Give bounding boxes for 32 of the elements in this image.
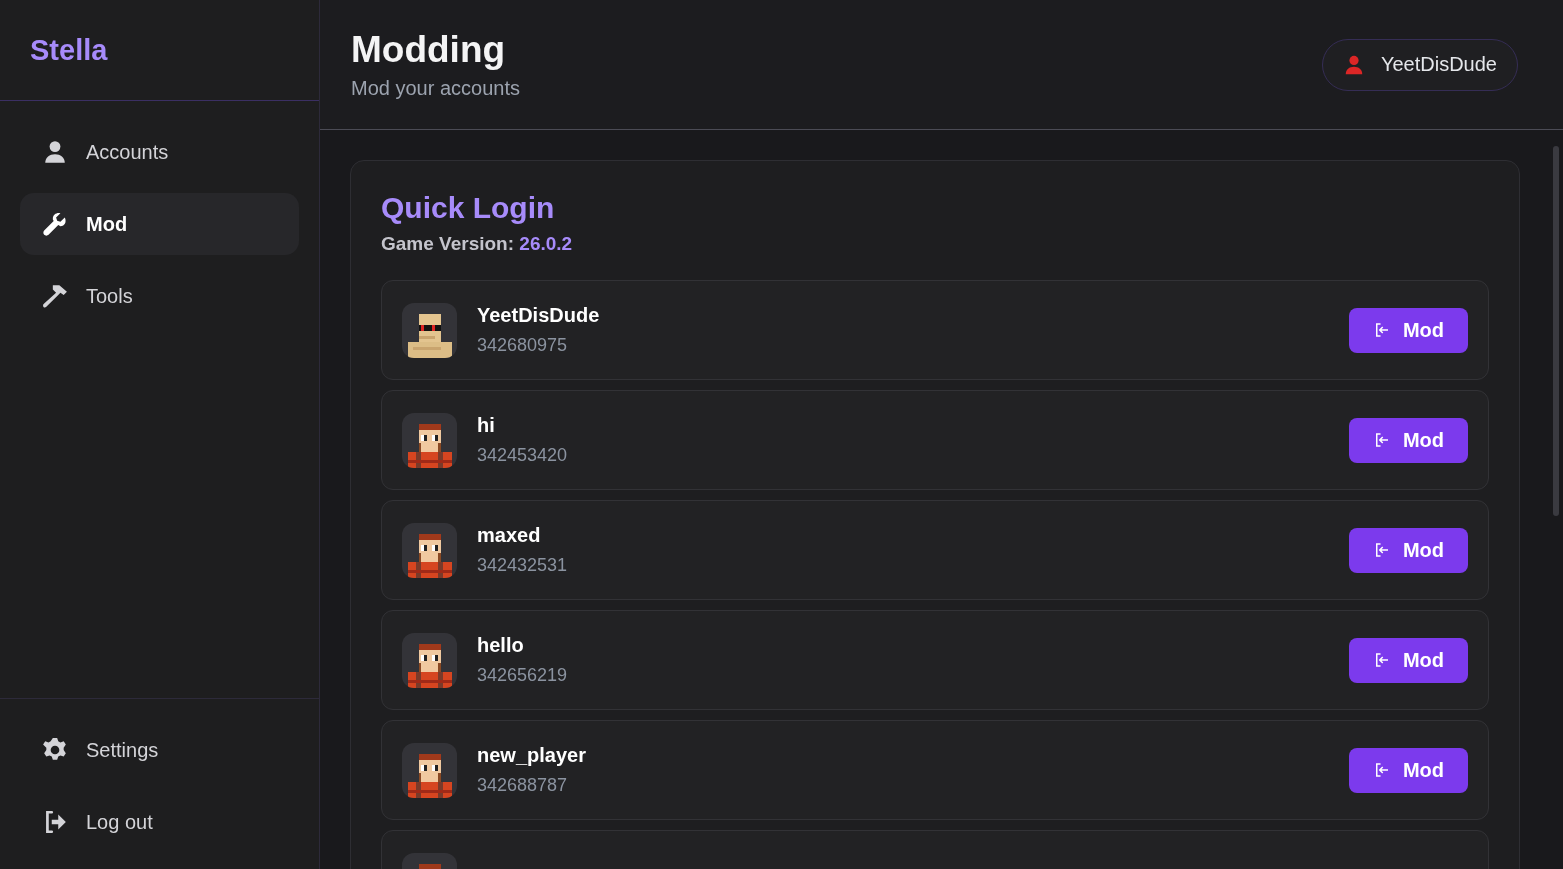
account-id: 342688787 xyxy=(477,775,569,796)
app-logo: Stella xyxy=(30,33,108,67)
version-label: Game Version: xyxy=(381,233,515,254)
panel-title: Quick Login xyxy=(381,191,556,225)
mod-button[interactable]: Mod xyxy=(1348,417,1468,463)
account-id: 342680975 xyxy=(477,335,569,356)
page-title: Modding xyxy=(351,29,507,71)
page-subtitle: Mod your accounts xyxy=(351,77,520,100)
account-name: YeetDisDude xyxy=(477,304,601,327)
sidebar-item[interactable]: Mod xyxy=(20,193,299,255)
account-id: 342432531 xyxy=(477,555,569,576)
sidebar-item[interactable]: Settings xyxy=(20,719,299,781)
version-number: 26.0.2 xyxy=(519,233,573,254)
account-id: 342656219 xyxy=(477,665,569,686)
account-name: hi xyxy=(477,414,496,437)
mod-button[interactable]: Mod xyxy=(1348,527,1468,573)
user-icon xyxy=(42,139,68,165)
account-name: hello xyxy=(477,634,525,657)
mod-button[interactable]: Mod xyxy=(1348,637,1468,683)
sidebar-item[interactable]: Tools xyxy=(20,265,299,327)
user-icon xyxy=(1343,53,1365,76)
hammer-icon xyxy=(42,283,68,309)
account-id: 342453420 xyxy=(477,445,569,466)
account-name: maxed xyxy=(477,524,542,547)
user-button[interactable]: YeetDisDude xyxy=(1322,38,1518,91)
sidebar-item[interactable]: Log out xyxy=(20,791,299,853)
sidebar-item[interactable]: Accounts xyxy=(20,121,299,183)
mod-button[interactable]: Mod xyxy=(1348,747,1468,793)
wrench-icon xyxy=(42,211,68,237)
settings-icon xyxy=(42,737,68,763)
mod-button[interactable]: Mod xyxy=(1348,307,1468,353)
account-name: new_player xyxy=(477,744,587,767)
